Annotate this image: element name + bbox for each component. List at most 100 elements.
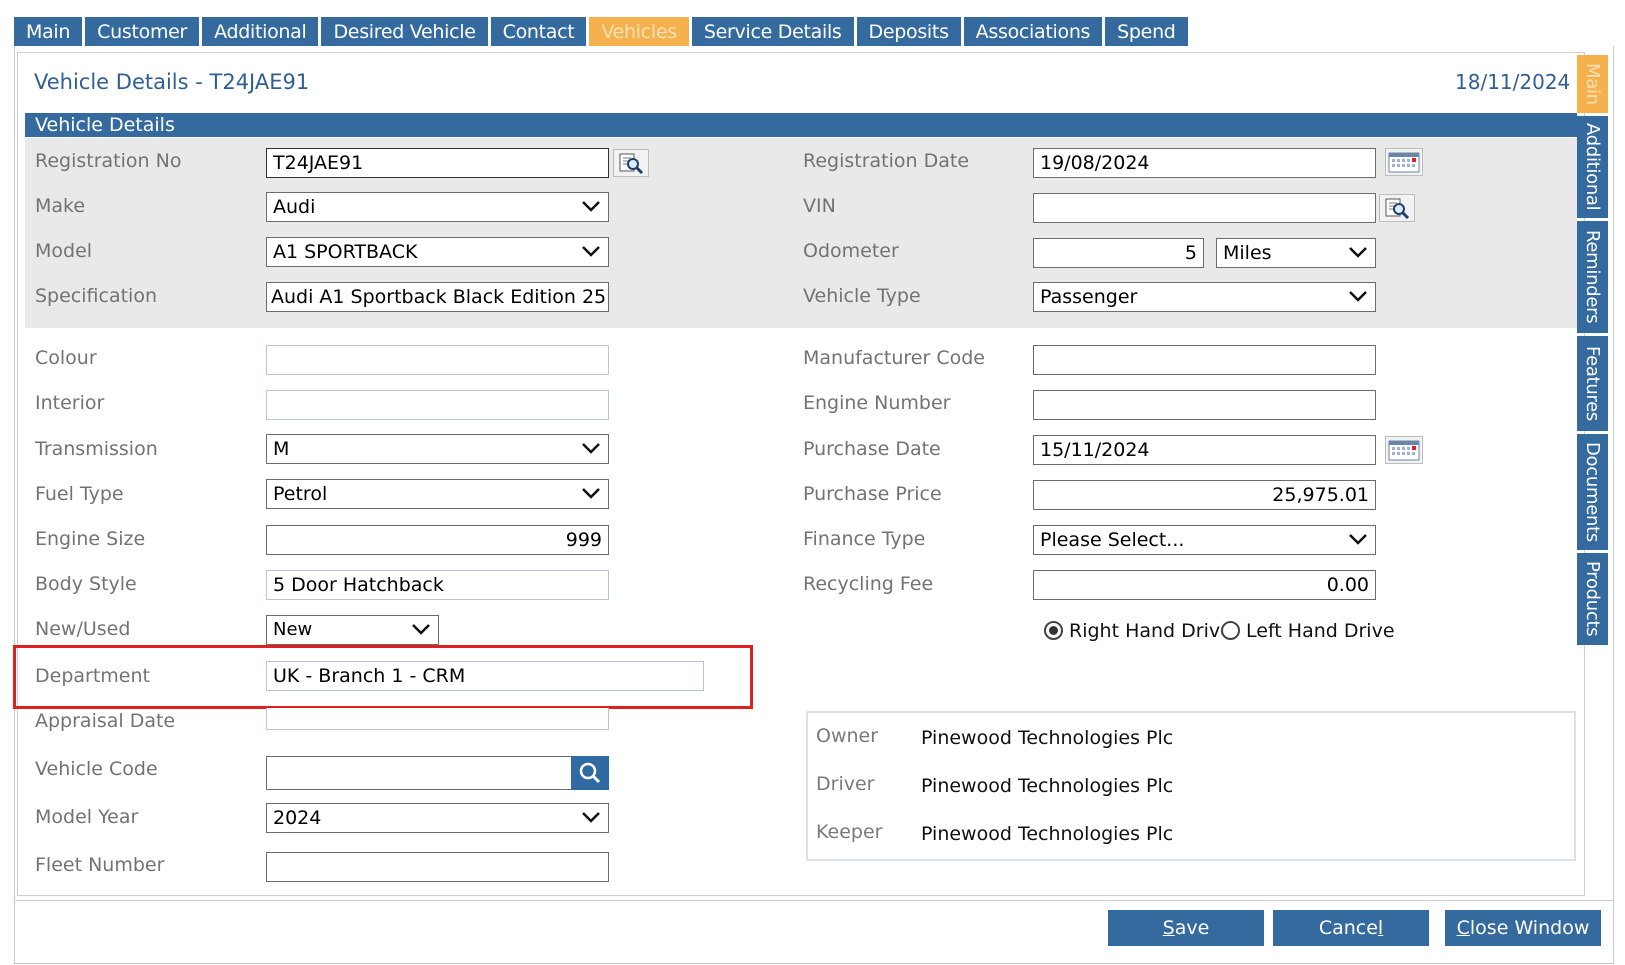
finance-type-value: Please Select...: [1040, 529, 1185, 551]
side-tab-products[interactable]: Products: [1577, 553, 1608, 645]
tab-additional[interactable]: Additional: [202, 17, 319, 47]
engine-size-input[interactable]: 999: [266, 525, 609, 555]
close-window-button[interactable]: Close Window: [1445, 910, 1601, 946]
vehicle-type-label: Vehicle Type: [803, 285, 921, 307]
new-used-label: New/Used: [35, 618, 131, 640]
engine-number-input[interactable]: [1033, 390, 1376, 420]
odometer-input[interactable]: 5: [1033, 238, 1204, 268]
left-hand-drive-label[interactable]: Left Hand Drive: [1246, 620, 1395, 642]
chevron-down-icon: [580, 195, 602, 217]
transmission-value: M: [273, 438, 290, 460]
appraisal-date-label: Appraisal Date: [35, 710, 176, 732]
vehicle-type-select[interactable]: Passenger: [1033, 282, 1376, 312]
purchase-price-label: Purchase Price: [803, 483, 942, 505]
page-title: Vehicle Details - T24JAE91: [34, 70, 310, 94]
model-select[interactable]: A1 SPORTBACK: [266, 237, 609, 267]
side-tab-main-label: Main: [1582, 63, 1603, 105]
save-button[interactable]: Save: [1108, 910, 1264, 946]
top-tab-strip: Main Customer Additional Desired Vehicle…: [14, 17, 1191, 47]
side-tab-documents-label: Documents: [1582, 442, 1603, 542]
side-tab-features[interactable]: Features: [1577, 336, 1608, 431]
transmission-label: Transmission: [35, 438, 158, 460]
tab-main[interactable]: Main: [14, 17, 83, 47]
tab-associations[interactable]: Associations: [963, 17, 1103, 47]
driver-value: Pinewood Technologies Plc: [921, 775, 1174, 797]
tab-contact[interactable]: Contact: [490, 17, 587, 47]
odometer-unit-select[interactable]: Miles: [1216, 238, 1376, 268]
chevron-down-icon: [1347, 528, 1369, 550]
manufacturer-code-input[interactable]: [1033, 345, 1376, 375]
chevron-down-icon: [1347, 241, 1369, 263]
owner-value: Pinewood Technologies Plc: [921, 727, 1174, 749]
registration-no-label: Registration No: [35, 150, 182, 172]
right-hand-drive-radio[interactable]: [1044, 621, 1063, 640]
registration-date-input[interactable]: 19/08/2024: [1033, 148, 1376, 178]
vehicle-code-label: Vehicle Code: [35, 758, 158, 780]
finance-type-select[interactable]: Please Select...: [1033, 525, 1376, 555]
new-used-value: New: [273, 619, 313, 640]
chevron-down-icon: [580, 437, 602, 459]
chevron-down-icon: [580, 482, 602, 504]
purchase-date-label: Purchase Date: [803, 438, 941, 460]
section-header: Vehicle Details: [25, 113, 1577, 137]
model-year-select[interactable]: 2024: [266, 803, 609, 833]
tab-spend[interactable]: Spend: [1105, 17, 1188, 47]
driver-label: Driver: [816, 773, 875, 795]
recycling-fee-input[interactable]: 0.00: [1033, 570, 1376, 600]
right-hand-drive-label[interactable]: Right Hand Drive: [1069, 620, 1232, 642]
model-year-value: 2024: [273, 807, 322, 829]
chevron-down-icon: [580, 240, 602, 262]
new-used-select[interactable]: New: [266, 615, 439, 645]
chevron-down-icon: [410, 618, 432, 640]
fuel-type-value: Petrol: [273, 483, 328, 505]
left-hand-drive-radio[interactable]: [1221, 621, 1240, 640]
tab-service-details[interactable]: Service Details: [691, 17, 854, 47]
lookup-icon[interactable]: [613, 149, 649, 177]
page-date: 18/11/2024: [1455, 70, 1571, 94]
department-input[interactable]: UK - Branch 1 - CRM: [266, 661, 704, 691]
calendar-icon[interactable]: [1385, 148, 1423, 176]
cancel-button[interactable]: Cancel: [1273, 910, 1429, 946]
interior-label: Interior: [35, 392, 105, 414]
side-tab-reminders[interactable]: Reminders: [1577, 221, 1608, 333]
specification-label: Specification: [35, 285, 157, 307]
registration-no-input[interactable]: T24JAE91: [266, 148, 609, 178]
tab-vehicles[interactable]: Vehicles: [589, 17, 689, 47]
fleet-number-input[interactable]: [266, 852, 609, 882]
keeper-label: Keeper: [816, 821, 883, 843]
lookup-icon[interactable]: [1379, 194, 1415, 222]
transmission-select[interactable]: M: [266, 434, 609, 464]
tab-customer[interactable]: Customer: [85, 17, 200, 47]
vehicle-code-input[interactable]: [266, 756, 572, 790]
calendar-icon[interactable]: [1385, 436, 1423, 464]
purchase-price-input[interactable]: 25,975.01: [1033, 480, 1376, 510]
side-tab-main[interactable]: Main: [1577, 55, 1608, 113]
vehicle-type-value: Passenger: [1040, 286, 1138, 308]
engine-number-label: Engine Number: [803, 392, 951, 414]
interior-input[interactable]: [266, 390, 609, 420]
department-label: Department: [35, 665, 150, 687]
vin-label: VIN: [803, 195, 836, 217]
body-style-input[interactable]: 5 Door Hatchback: [266, 570, 609, 600]
fleet-number-label: Fleet Number: [35, 854, 165, 876]
make-select[interactable]: Audi: [266, 192, 609, 222]
keeper-value: Pinewood Technologies Plc: [921, 823, 1174, 845]
side-tab-additional[interactable]: Additional: [1577, 116, 1608, 218]
colour-input[interactable]: [266, 345, 609, 375]
model-value: A1 SPORTBACK: [273, 241, 418, 263]
tab-desired-vehicle[interactable]: Desired Vehicle: [321, 17, 488, 47]
chevron-down-icon: [1347, 285, 1369, 307]
appraisal-date-input[interactable]: [266, 708, 609, 730]
colour-label: Colour: [35, 347, 97, 369]
side-tab-documents[interactable]: Documents: [1577, 434, 1608, 550]
recycling-fee-label: Recycling Fee: [803, 573, 934, 595]
tab-deposits[interactable]: Deposits: [856, 17, 961, 47]
fuel-type-select[interactable]: Petrol: [266, 479, 609, 509]
search-icon[interactable]: [571, 756, 609, 790]
purchase-date-input[interactable]: 15/11/2024: [1033, 435, 1376, 465]
body-style-label: Body Style: [35, 573, 137, 595]
side-tab-additional-label: Additional: [1582, 123, 1603, 211]
vin-input[interactable]: [1033, 193, 1376, 223]
specification-input[interactable]: Audi A1 Sportback Black Edition 25 TFSI: [266, 282, 609, 312]
engine-size-label: Engine Size: [35, 528, 146, 550]
